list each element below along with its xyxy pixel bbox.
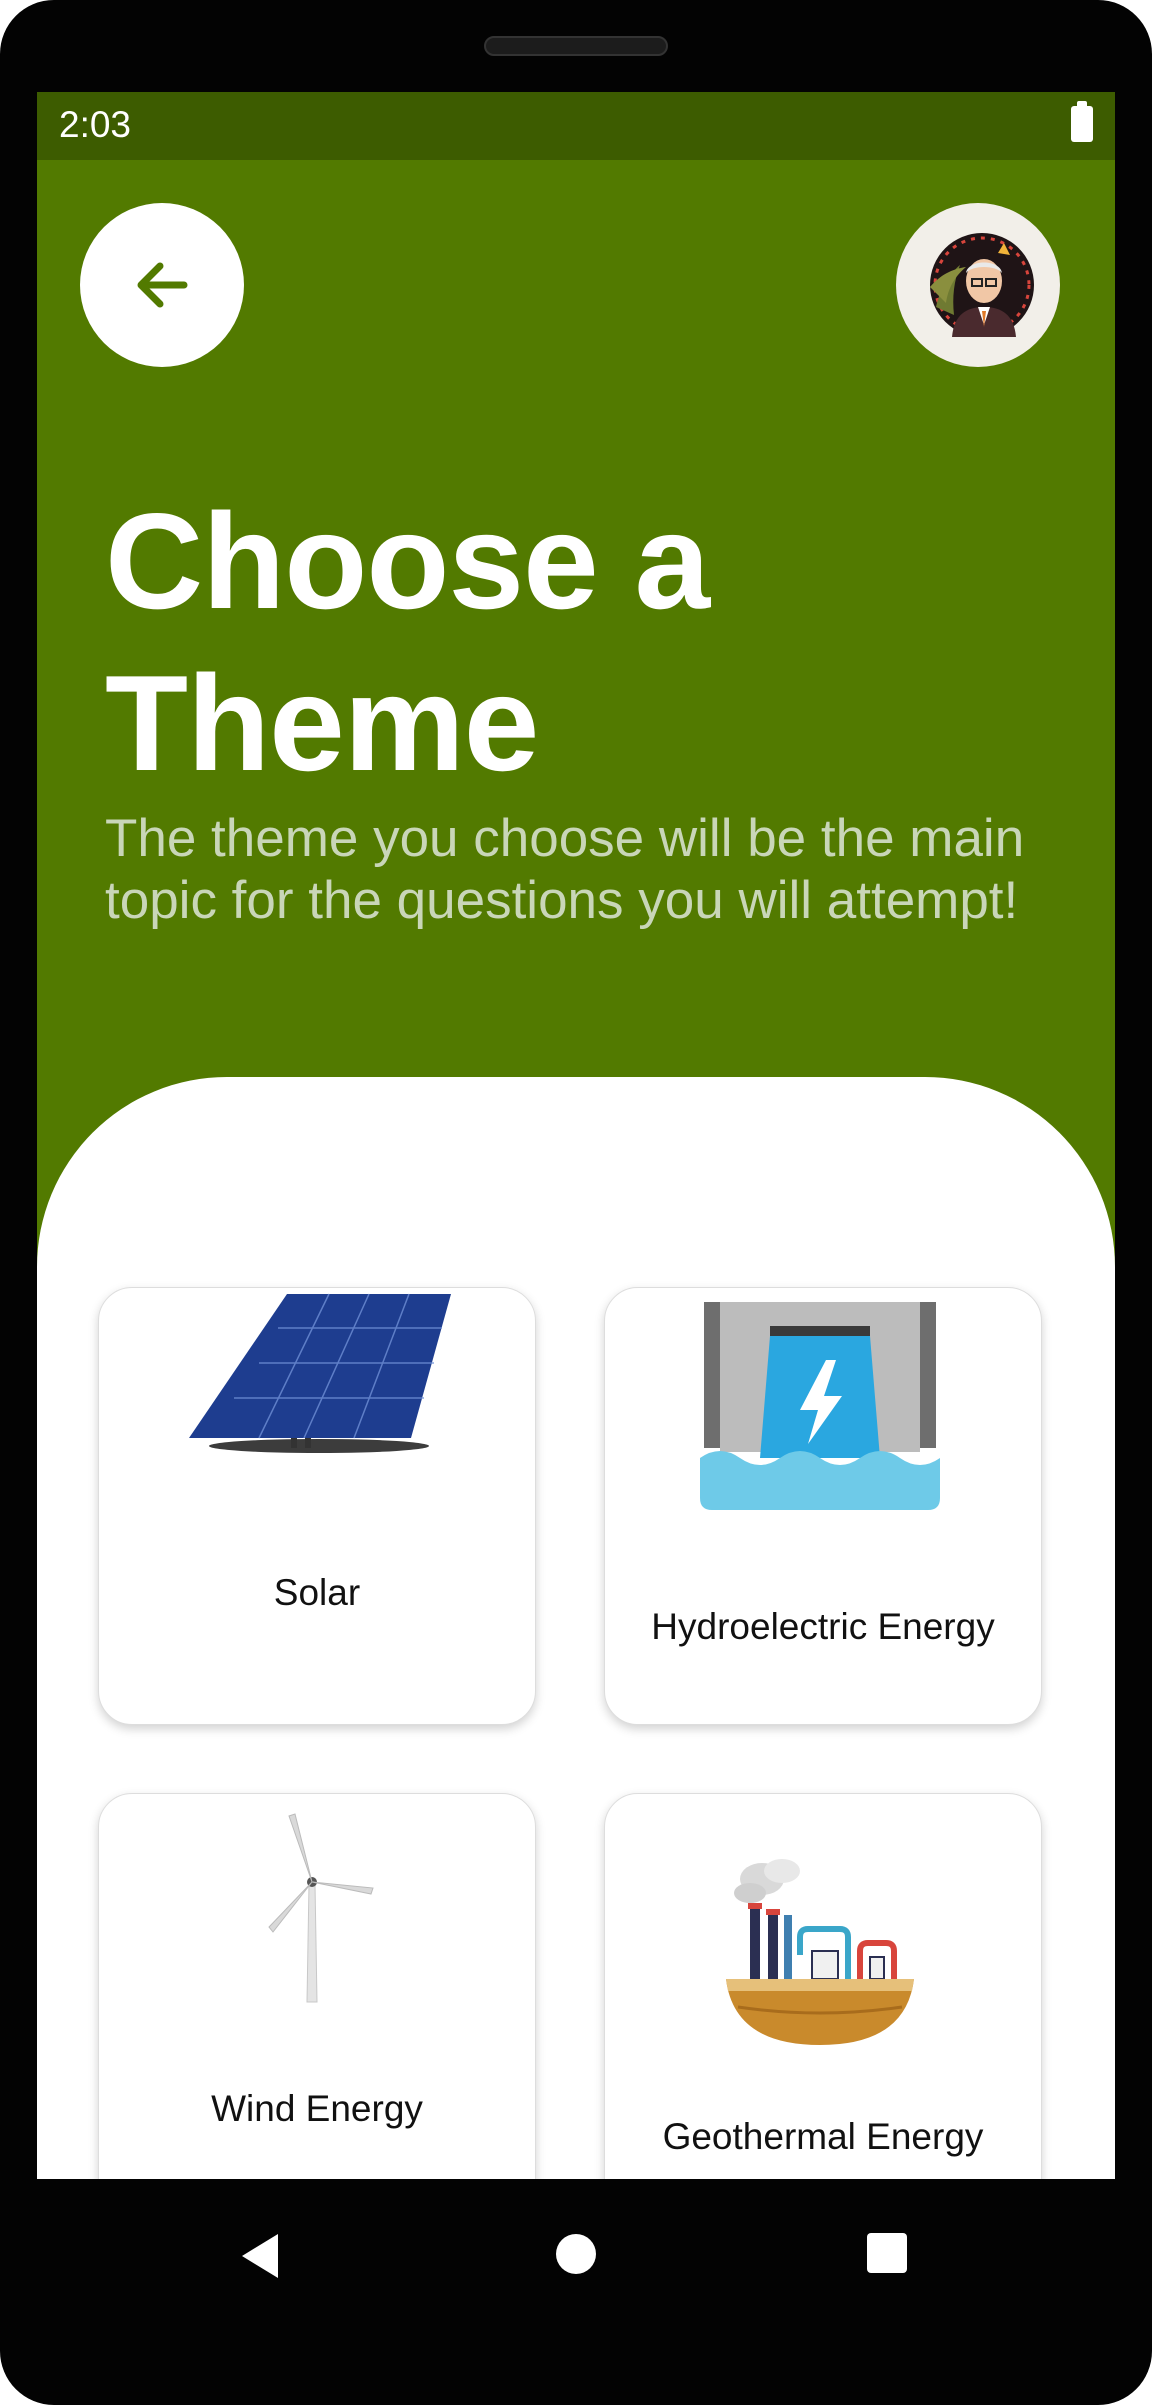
profile-avatar-button[interactable] (896, 203, 1060, 367)
geothermal-plant-icon (726, 1859, 914, 2045)
wind-turbine-icon (268, 1813, 374, 2003)
nav-back-icon[interactable] (240, 2232, 282, 2280)
speaker-grille (484, 36, 668, 56)
phone-frame: 2:03 Choose a Theme The theme you choose… (0, 0, 1152, 2405)
theme-label: Geothermal Energy (662, 2116, 984, 2157)
solar-panel-icon (189, 1293, 451, 1453)
status-bar: 2:03 (37, 92, 1115, 160)
app-screen: 2:03 Choose a Theme The theme you choose… (37, 92, 1115, 2179)
theme-card-wind[interactable]: Wind Energy (98, 1793, 536, 2179)
hydroelectric-dam-icon (700, 1302, 940, 1510)
page-title: Choose a Theme (105, 480, 710, 804)
status-time: 2:03 (59, 104, 132, 145)
page-title-line-2: Theme (105, 647, 539, 799)
theme-label: Hydroelectric Energy (651, 1606, 995, 1647)
theme-card-hydroelectric[interactable]: Hydroelectric Energy (604, 1287, 1042, 1725)
theme-selection-sheet: Solar Hydroelectric Energy Wind Energy G… (37, 1077, 1115, 2179)
nav-home-icon[interactable] (554, 2232, 598, 2276)
nav-recents-icon[interactable] (866, 2232, 908, 2274)
avatar-icon (930, 233, 1034, 337)
page-title-line-1: Choose a (105, 485, 710, 637)
battery-icon (1071, 101, 1093, 142)
theme-label: Wind Energy (211, 2088, 423, 2129)
theme-card-solar[interactable]: Solar (98, 1287, 536, 1725)
arrow-left-icon (137, 262, 188, 308)
page-subtitle: The theme you choose will be the main to… (105, 809, 1025, 930)
back-button[interactable] (80, 203, 244, 367)
system-navigation-bar (0, 2180, 1152, 2350)
theme-card-geothermal[interactable]: Geothermal Energy (604, 1793, 1042, 2179)
theme-label: Solar (273, 1572, 361, 1613)
